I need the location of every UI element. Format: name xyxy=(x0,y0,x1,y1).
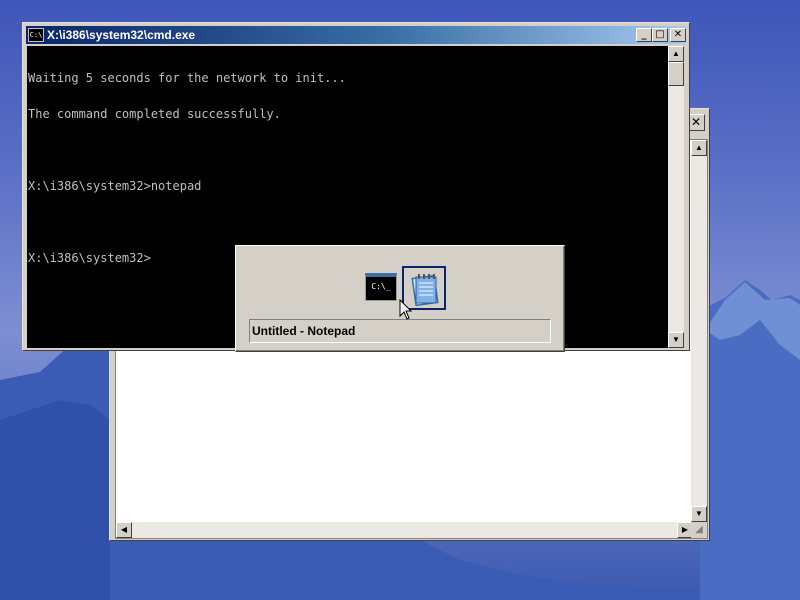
cmd-title-bar[interactable]: C:\ X:\i386\system32\cmd.exe _ □ ✕ xyxy=(26,26,686,44)
console-app-icon: C:\ xyxy=(28,28,44,42)
cmd-vertical-scrollbar[interactable]: ▲ ▼ xyxy=(668,46,684,348)
scroll-down-arrow-icon[interactable]: ▼ xyxy=(668,332,684,348)
console-line: X:\i386\system32>notepad xyxy=(28,179,202,193)
close-button[interactable]: ✕ xyxy=(670,28,686,42)
notepad-horizontal-scrollbar[interactable]: ◀ ▶ xyxy=(116,522,693,538)
scroll-up-arrow-icon[interactable]: ▲ xyxy=(691,140,707,156)
desktop: ✕ ▲ ▼ ◀ ▶ ◢ C:\ X:\i386\system32\cmd.exe… xyxy=(0,0,800,600)
console-line: The command completed successfully. xyxy=(28,107,281,121)
resize-grip-icon[interactable]: ◢ xyxy=(691,522,707,538)
mouse-cursor-icon xyxy=(399,299,413,320)
scroll-left-arrow-icon[interactable]: ◀ xyxy=(116,522,132,538)
switcher-selected-label: Untitled - Notepad xyxy=(249,319,551,343)
notepad-icon xyxy=(411,274,439,306)
scroll-down-arrow-icon[interactable]: ▼ xyxy=(691,506,707,522)
scroll-up-arrow-icon[interactable]: ▲ xyxy=(668,46,684,62)
switcher-item-cmd[interactable]: C:\_ xyxy=(359,266,403,310)
minimize-button[interactable]: _ xyxy=(636,28,652,42)
window-title: X:\i386\system32\cmd.exe xyxy=(47,28,196,42)
maximize-button[interactable]: □ xyxy=(652,28,668,42)
notepad-vertical-scrollbar[interactable]: ▲ ▼ xyxy=(691,140,707,522)
scroll-thumb[interactable] xyxy=(668,62,684,86)
console-line: Waiting 5 seconds for the network to ini… xyxy=(28,71,346,85)
console-icon: C:\_ xyxy=(365,273,397,301)
